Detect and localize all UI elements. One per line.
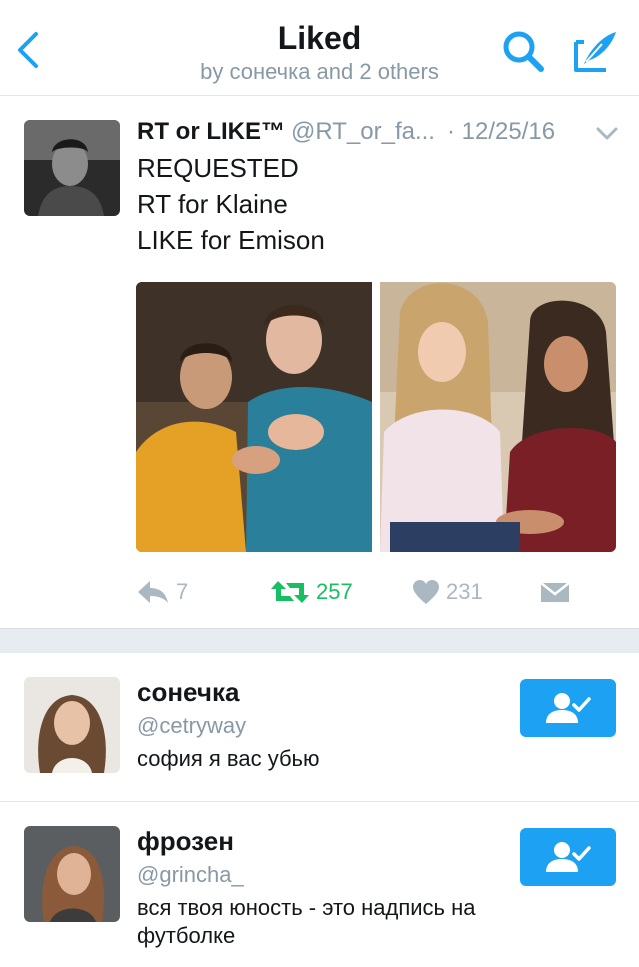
direct-message-button[interactable] — [540, 575, 570, 609]
user-handle: @cetryway — [137, 713, 247, 738]
chevron-down-icon — [596, 127, 618, 140]
tweet-text-line: LIKE for Emison — [137, 225, 325, 255]
like-count: 231 — [446, 579, 483, 604]
user-avatar[interactable] — [24, 826, 120, 922]
like-button[interactable]: 231 — [412, 575, 483, 609]
search-icon — [503, 31, 544, 72]
retweet-button[interactable]: 257 — [270, 575, 353, 609]
envelope-icon — [540, 582, 570, 602]
user-avatar[interactable] — [24, 677, 120, 773]
tweet-options-button[interactable] — [596, 126, 618, 142]
retweet-icon — [271, 581, 309, 603]
tweet-text-line: RT for Klaine — [137, 189, 288, 219]
tweet-author-name[interactable]: RT or LIKE™ — [137, 118, 285, 145]
tweet-author-avatar[interactable] — [24, 120, 120, 216]
user-row[interactable]: сонечка @cetryway софия я вас убью — [0, 653, 639, 801]
reply-button[interactable]: 7 — [136, 575, 188, 609]
following-check-icon — [546, 842, 591, 872]
tweet-photo-right[interactable] — [380, 282, 616, 552]
retweet-count: 257 — [316, 579, 353, 604]
search-button[interactable] — [500, 28, 546, 74]
tweet-text: REQUESTED RT for Klaine LIKE for Emison — [137, 150, 325, 258]
tweet-actions: 7 257 231 — [136, 575, 616, 609]
tweet-card[interactable]: RT or LIKE™ @RT_or_fa... · 12/25/16 REQUES… — [0, 96, 639, 627]
user-name: фрозен — [137, 826, 234, 856]
tweet-author-handle[interactable]: @RT_or_fa... — [291, 118, 435, 145]
user-row[interactable]: фрозен @grincha_ вся твоя юность - это н… — [0, 802, 639, 967]
tweet-timestamp: · 12/25/16 — [446, 118, 556, 145]
nav-header: Liked by сонечка and 2 others — [0, 0, 639, 96]
reply-count: 7 — [176, 579, 189, 604]
user-bio: софия я вас убью — [137, 746, 320, 771]
tweet-photo-left[interactable] — [136, 282, 372, 552]
section-divider — [0, 628, 639, 654]
tweet-text-line: REQUESTED — [137, 153, 299, 183]
tweet-header: RT or LIKE™ @RT_or_fa... · 12/25/16 — [137, 118, 617, 148]
heart-icon — [413, 580, 439, 604]
compose-tweet-icon — [574, 32, 616, 72]
user-name: сонечка — [137, 677, 240, 707]
following-button[interactable] — [520, 828, 616, 886]
following-check-icon — [546, 693, 591, 723]
tweet-media — [136, 282, 616, 552]
user-handle: @grincha_ — [137, 862, 244, 887]
following-button[interactable] — [520, 679, 616, 737]
user-bio: вся твоя юность - это надпись на футболк… — [137, 895, 476, 948]
compose-tweet-button[interactable] — [572, 28, 620, 74]
reply-icon — [138, 581, 168, 603]
